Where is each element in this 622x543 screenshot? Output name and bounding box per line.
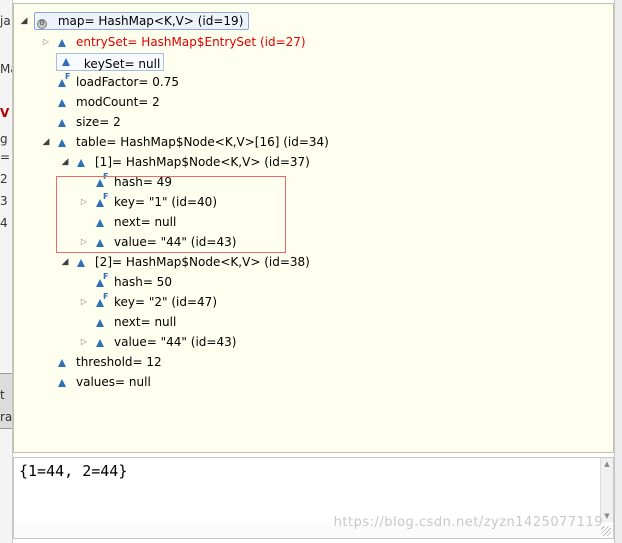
tree-row-label: value= "44" (id=43)	[114, 235, 237, 249]
tree-row-size[interactable]: size= 2	[40, 113, 121, 131]
bg-fragment: 3	[0, 194, 8, 208]
expand-toggle-icon[interactable]: ▷	[40, 33, 52, 51]
tree-row-label: next= null	[114, 215, 177, 229]
field-icon	[94, 335, 108, 349]
tree-row-label: hash= 49	[114, 175, 172, 189]
toggle-spacer	[40, 373, 52, 391]
field-icon	[56, 115, 70, 129]
tree-row-hash-1[interactable]: F hash= 49	[78, 173, 172, 191]
field-icon	[56, 95, 70, 109]
field-icon	[94, 235, 108, 249]
toggle-spacer	[78, 213, 90, 231]
field-icon	[56, 35, 70, 49]
bg-fragment: ja	[0, 14, 11, 28]
tree-row-label: [1]= HashMap$Node<K,V> (id=37)	[95, 155, 310, 169]
expand-toggle-icon[interactable]: ▷	[78, 333, 90, 351]
detail-value-text[interactable]: {1=44, 2=44}	[19, 462, 127, 480]
field-icon	[75, 255, 89, 269]
collapse-toggle-icon[interactable]: ◢	[18, 12, 30, 30]
expand-toggle-icon[interactable]: ▷	[78, 293, 90, 311]
tree-row-label: key= "2" (id=47)	[114, 295, 218, 309]
toggle-spacer	[78, 313, 90, 331]
tree-row-label: map= HashMap<K,V> (id=19)	[57, 14, 244, 28]
tree-row-node-2[interactable]: ◢ [2]= HashMap$Node<K,V> (id=38)	[59, 253, 310, 271]
toggle-spacer	[40, 53, 52, 71]
final-field-icon: F	[94, 273, 108, 289]
tree-row-label: size= 2	[76, 115, 121, 129]
tree-row-table[interactable]: ◢ table= HashMap$Node<K,V>[16] (id=34)	[40, 133, 329, 151]
collapse-toggle-icon[interactable]: ◢	[40, 133, 52, 151]
bg-fragment: g	[0, 132, 8, 146]
background-editor-strip: ja Ma V g = 2 3 4 t ra	[0, 0, 13, 543]
toggle-spacer	[40, 353, 52, 371]
bg-fragment: =	[0, 150, 11, 164]
collapse-toggle-icon[interactable]: ◢	[59, 153, 71, 171]
tree-row-label: modCount= 2	[76, 95, 160, 109]
detail-pane[interactable]: {1=44, 2=44} ▲ ▼ https://blog.csdn.net/z…	[13, 457, 614, 539]
final-field-icon: F	[94, 293, 108, 309]
final-field-icon: F	[94, 193, 108, 209]
root-item[interactable]: ⚙ map= HashMap<K,V> (id=19)	[34, 12, 250, 30]
tree-row-label: loadFactor= 0.75	[76, 75, 179, 89]
bg-fragment: 4	[0, 216, 8, 230]
field-icon	[75, 155, 89, 169]
bg-fragment: ra	[0, 410, 13, 424]
field-icon	[94, 215, 108, 229]
toggle-spacer	[40, 73, 52, 91]
tree-row-label: key= "1" (id=40)	[114, 195, 218, 209]
toggle-spacer	[78, 273, 90, 291]
tree-row-hash-2[interactable]: F hash= 50	[78, 273, 172, 291]
collapse-toggle-icon[interactable]: ◢	[59, 253, 71, 271]
tree-row-label: keySet= null	[83, 57, 161, 71]
toggle-spacer	[78, 173, 90, 191]
window-right-edge	[614, 0, 622, 543]
tree-row-entryset[interactable]: ▷ entrySet= HashMap$EntrySet (id=27)	[40, 33, 306, 51]
tree-row-label: next= null	[114, 315, 177, 329]
tree-row-node-1[interactable]: ◢ [1]= HashMap$Node<K,V> (id=37)	[59, 153, 310, 171]
variables-tree[interactable]: ◢ ⚙ map= HashMap<K,V> (id=19) ▷ entrySet…	[13, 3, 614, 453]
tree-row-label: values= null	[76, 375, 151, 389]
tree-row-value-2[interactable]: ▷ value= "44" (id=43)	[78, 333, 237, 351]
field-icon	[60, 54, 74, 68]
field-icon	[94, 315, 108, 329]
tree-row-label: value= "44" (id=43)	[114, 335, 237, 349]
bg-fragment: Ma	[0, 62, 12, 76]
tree-row-keyset[interactable]: keySet= null	[40, 53, 165, 71]
tree-row-next-2[interactable]: next= null	[78, 313, 176, 331]
final-field-icon: F	[94, 173, 108, 189]
expand-toggle-icon[interactable]: ▷	[78, 193, 90, 211]
tree-row-label: table= HashMap$Node<K,V>[16] (id=34)	[76, 135, 329, 149]
bg-fragment: V	[0, 106, 10, 120]
circle-gear-icon: ⚙	[37, 18, 47, 29]
tree-row-next-1[interactable]: next= null	[78, 213, 176, 231]
tree-row-root[interactable]: ◢ ⚙ map= HashMap<K,V> (id=19)	[18, 12, 250, 30]
toggle-spacer	[40, 113, 52, 131]
tree-row-loadfactor[interactable]: F loadFactor= 0.75	[40, 73, 179, 91]
tree-row-label: threshold= 12	[76, 355, 162, 369]
tree-row-values[interactable]: values= null	[40, 373, 151, 391]
tree-row-key-2[interactable]: ▷ F key= "2" (id=47)	[78, 293, 217, 311]
tree-row-key-1[interactable]: ▷ F key= "1" (id=40)	[78, 193, 217, 211]
bg-fragment: t	[0, 388, 5, 402]
tree-row-label: [2]= HashMap$Node<K,V> (id=38)	[95, 255, 310, 269]
field-icon	[56, 355, 70, 369]
final-field-icon: F	[56, 73, 70, 89]
expand-toggle-icon[interactable]: ▷	[78, 233, 90, 251]
tree-row-modcount[interactable]: modCount= 2	[40, 93, 160, 111]
tree-row-label: entrySet= HashMap$EntrySet (id=27)	[76, 35, 306, 49]
tree-row-label: hash= 50	[114, 275, 172, 289]
toggle-spacer	[40, 93, 52, 111]
bg-fragment: 2	[0, 172, 8, 186]
keyset-item[interactable]: keySet= null	[56, 53, 165, 71]
field-icon	[56, 375, 70, 389]
vertical-scrollbar[interactable]: ▲ ▼	[600, 458, 613, 522]
tree-row-value-1[interactable]: ▷ value= "44" (id=43)	[78, 233, 237, 251]
tree-row-threshold[interactable]: threshold= 12	[40, 353, 162, 371]
watermark: https://blog.csdn.net/zyzn1425077119	[333, 515, 603, 530]
field-icon	[56, 135, 70, 149]
scroll-up-icon[interactable]: ▲	[601, 458, 613, 470]
